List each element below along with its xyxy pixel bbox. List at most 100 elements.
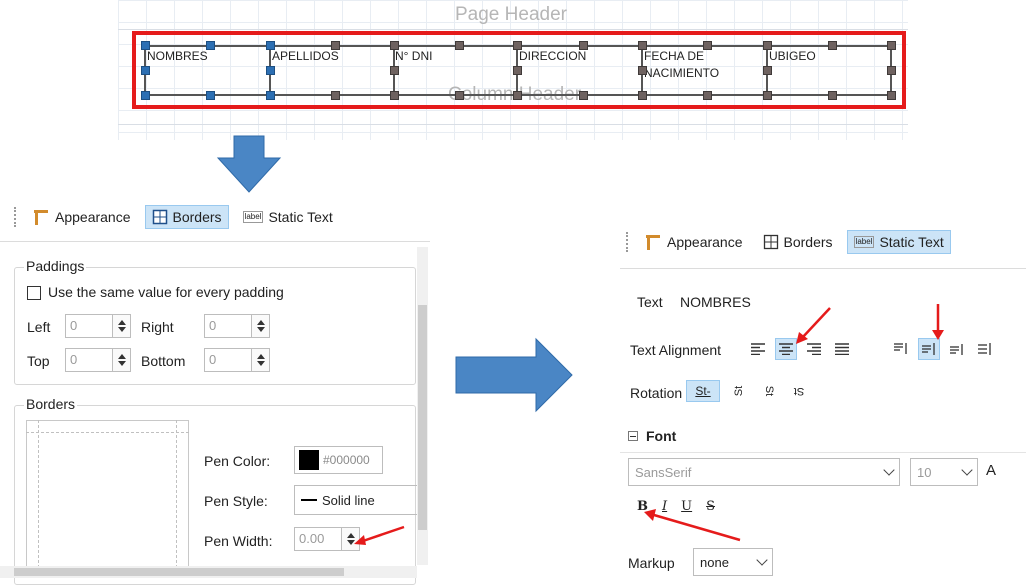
chevron-down-icon <box>883 464 895 476</box>
right-arrow-icon <box>455 337 573 413</box>
spinner-buttons[interactable] <box>252 314 270 338</box>
markup-select[interactable]: none <box>693 548 773 576</box>
rotation-left-button[interactable]: St <box>728 380 750 402</box>
tab-static-text[interactable]: label Static Text <box>846 230 951 254</box>
tab-label: Appearance <box>55 209 131 225</box>
tabbar-divider <box>0 241 430 242</box>
font-size-select[interactable]: 10 <box>910 458 978 486</box>
rotation-group: St- St St St <box>686 380 810 402</box>
collapse-icon <box>628 431 638 441</box>
right-padding-value[interactable]: 0 <box>204 314 252 338</box>
spinner-buttons[interactable] <box>113 348 131 372</box>
chevron-down-icon <box>756 554 768 566</box>
rotation-right-button[interactable]: St <box>758 380 780 402</box>
pen-width-spinner[interactable]: 0.00 <box>294 527 360 551</box>
borders-properties-panel: Appearance Borders label Static Text Pad… <box>0 195 430 585</box>
spinner-buttons[interactable] <box>252 348 270 372</box>
band-separator <box>118 29 908 30</box>
scrollbar-thumb[interactable] <box>14 568 344 576</box>
pen-width-value[interactable]: 0.00 <box>294 527 342 551</box>
properties-tabbar: Appearance Borders label Static Text <box>626 230 951 254</box>
annotation-arrow-icon <box>354 525 405 545</box>
left-padding-label: Left <box>27 319 51 335</box>
rotation-none-button[interactable]: St- <box>686 380 720 402</box>
top-padding-label: Top <box>27 353 50 369</box>
font-name-select[interactable]: SansSerif <box>628 458 900 486</box>
markup-label: Markup <box>628 555 675 571</box>
text-value[interactable]: NOMBRES <box>680 294 751 310</box>
valign-bottom-icon[interactable] <box>946 338 968 360</box>
solid-line-icon <box>301 499 317 501</box>
pen-color-value: #000000 <box>323 453 370 467</box>
band-separator <box>118 124 908 125</box>
pen-width-label: Pen Width: <box>204 533 273 549</box>
markup-value: none <box>700 554 729 570</box>
top-padding-value[interactable]: 0 <box>65 348 113 372</box>
valign-justify-icon[interactable] <box>974 338 996 360</box>
appearance-icon <box>34 210 48 225</box>
static-text-icon: label <box>853 236 875 248</box>
tab-appearance[interactable]: Appearance <box>638 230 749 254</box>
preview-guide <box>26 432 189 433</box>
horizontal-scrollbar[interactable] <box>0 566 417 578</box>
bottom-padding-spinner[interactable]: 0 <box>204 348 270 372</box>
text-alignment-label: Text Alignment <box>630 342 722 358</box>
page-header-band-title: Page Header <box>455 4 567 25</box>
static-text-icon: label <box>242 211 264 223</box>
annotation-arrow-icon <box>932 304 944 340</box>
same-padding-label: Use the same value for every padding <box>48 284 284 300</box>
right-padding-spinner[interactable]: 0 <box>204 314 270 338</box>
vertical-scrollbar[interactable] <box>417 247 428 565</box>
tab-label: Static Text <box>879 234 944 250</box>
pen-color-label: Pen Color: <box>204 453 271 469</box>
tab-borders[interactable]: Borders <box>144 205 229 229</box>
annotation-arrow-icon <box>644 509 741 542</box>
tab-label: Static Text <box>268 209 333 225</box>
tab-borders[interactable]: Borders <box>757 231 839 253</box>
tab-static-text[interactable]: label Static Text <box>237 206 339 228</box>
pen-style-label: Pen Style: <box>204 493 268 509</box>
bottom-padding-value[interactable]: 0 <box>204 348 252 372</box>
top-padding-spinner[interactable]: 0 <box>65 348 131 372</box>
text-label: Text <box>637 294 663 310</box>
rotation-label: Rotation <box>630 385 683 401</box>
same-padding-checkbox[interactable] <box>27 286 41 300</box>
borders-icon <box>152 209 167 225</box>
pen-color-picker[interactable]: #000000 <box>294 446 383 474</box>
report-designer: Page Header Column Header NOMBRES APELLI… <box>118 0 908 140</box>
tab-appearance[interactable]: Appearance <box>26 205 137 229</box>
right-padding-label: Right <box>141 319 174 335</box>
down-arrow-icon <box>216 135 282 193</box>
selection-highlight <box>132 31 906 109</box>
paddings-legend: Paddings <box>24 258 87 274</box>
tabbar-divider <box>620 268 1026 269</box>
increase-font-button[interactable]: A <box>986 462 996 479</box>
font-section-title: Font <box>646 428 677 444</box>
bottom-padding-label: Bottom <box>141 353 186 369</box>
preview-guide <box>38 420 39 573</box>
tab-label: Borders <box>172 209 222 225</box>
spinner-buttons[interactable] <box>113 314 131 338</box>
valign-top-icon[interactable] <box>890 338 912 360</box>
toolbar-grip <box>14 207 16 227</box>
tab-label: Borders <box>783 234 833 250</box>
properties-tabbar: Appearance Borders label Static Text <box>14 205 339 229</box>
align-left-icon[interactable] <box>747 338 769 360</box>
left-padding-spinner[interactable]: 0 <box>65 314 131 338</box>
appearance-icon <box>646 235 660 250</box>
borders-icon <box>763 234 778 250</box>
preview-guide <box>176 420 177 573</box>
scrollbar-thumb[interactable] <box>418 305 427 530</box>
rotation-upside-down-button[interactable]: St <box>788 380 810 402</box>
tab-label: Appearance <box>667 234 743 250</box>
pen-style-select[interactable]: Solid line <box>294 485 418 515</box>
borders-legend: Borders <box>24 396 78 412</box>
font-size-value: 10 <box>917 464 932 480</box>
border-preview[interactable] <box>26 420 189 573</box>
pen-style-value: Solid line <box>322 492 375 508</box>
font-section-header[interactable]: Font <box>628 428 676 444</box>
font-name-value: SansSerif <box>635 464 692 480</box>
chevron-down-icon <box>961 464 973 476</box>
left-padding-value[interactable]: 0 <box>65 314 113 338</box>
color-swatch <box>299 450 319 470</box>
